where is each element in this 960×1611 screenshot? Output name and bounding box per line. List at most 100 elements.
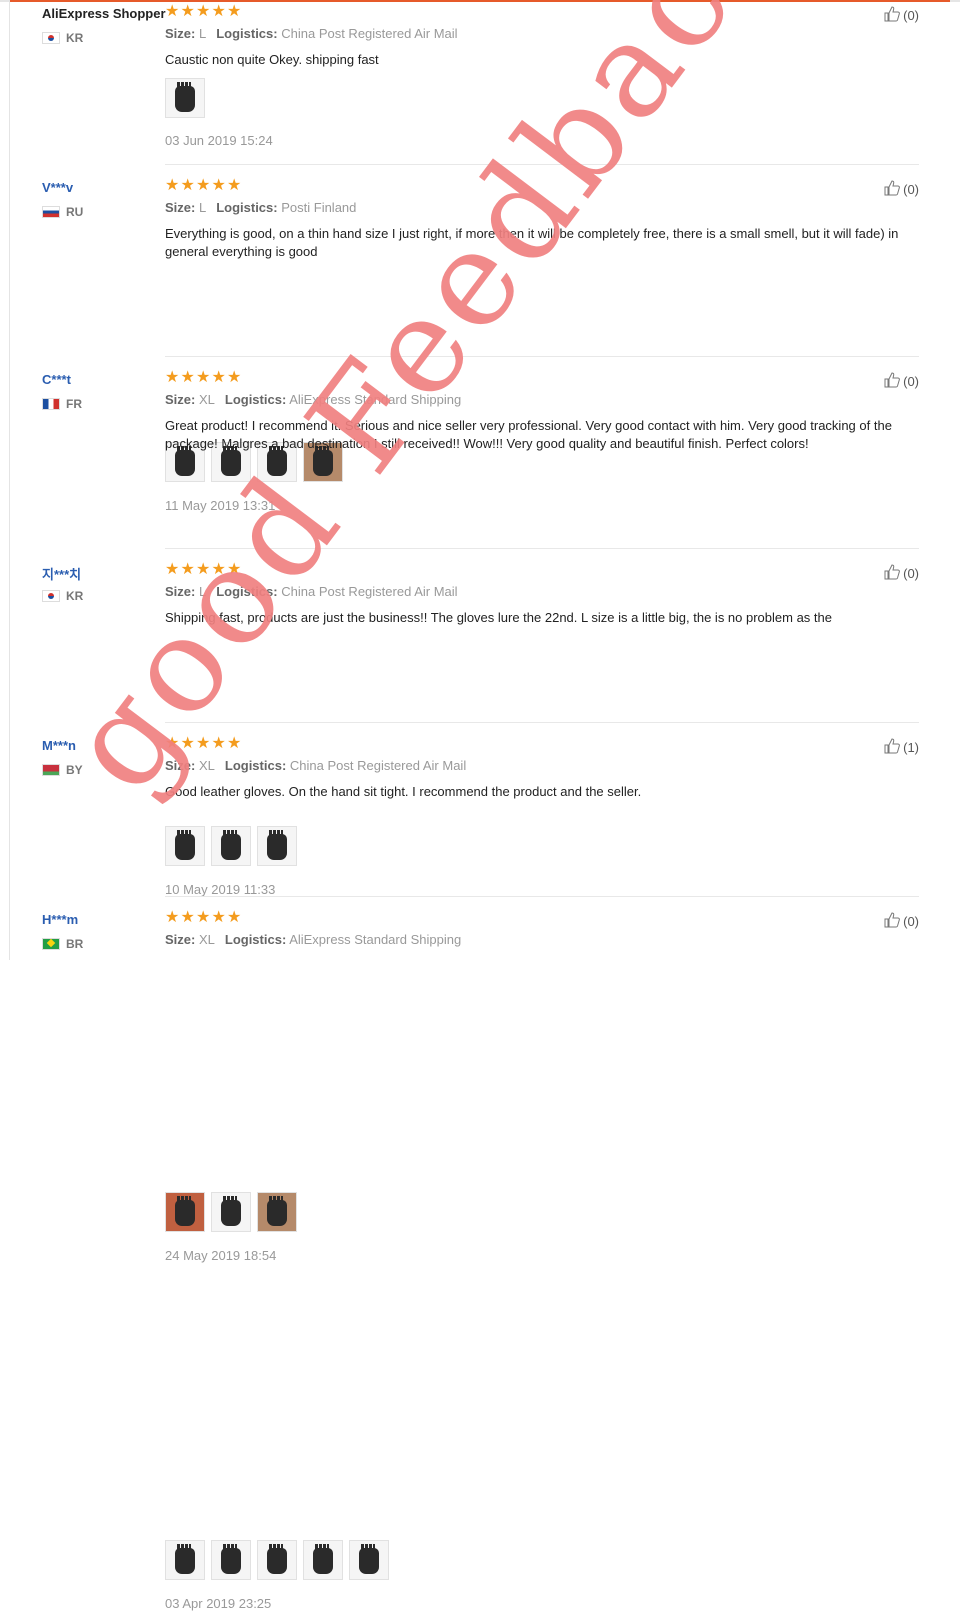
reviewer-name[interactable]: H***m — [42, 912, 78, 927]
review-photo-thumbnail[interactable] — [211, 826, 251, 866]
star-icon: ★ — [196, 177, 211, 194]
country-code: KR — [66, 31, 84, 45]
star-icon: ★ — [196, 3, 211, 20]
size-value: XL — [198, 758, 215, 773]
helpful-button[interactable]: (1) — [884, 738, 919, 757]
star-icon: ★ — [211, 369, 226, 386]
star-icon: ★ — [165, 177, 180, 194]
star-icon: ★ — [211, 177, 226, 194]
helpful-button[interactable]: (0) — [884, 372, 919, 391]
country-flag-icon — [42, 398, 60, 410]
size-value: L — [198, 200, 207, 215]
review-photos — [165, 1540, 395, 1580]
star-icon: ★ — [180, 369, 195, 386]
star-rating: ★ ★ ★ ★ ★ — [165, 3, 243, 20]
reviewer-name[interactable]: 지***치 — [42, 564, 81, 583]
review-divider — [165, 356, 919, 357]
helpful-count: (0) — [903, 566, 919, 581]
size-label: Size: — [165, 584, 196, 599]
country-code: BY — [66, 763, 83, 777]
star-icon: ★ — [165, 561, 180, 578]
star-icon: ★ — [211, 3, 226, 20]
country-flag-icon — [42, 938, 60, 950]
review-photo-thumbnail[interactable] — [165, 78, 205, 118]
logistics-value: Posti Finland — [281, 200, 357, 215]
review-photo-thumbnail[interactable] — [165, 1540, 205, 1580]
review-photo-thumbnail[interactable] — [211, 1192, 251, 1232]
review-photo-thumbnail[interactable] — [211, 1540, 251, 1580]
helpful-button[interactable]: (0) — [884, 6, 919, 25]
star-icon: ★ — [227, 369, 242, 386]
country-flag-icon — [42, 590, 60, 602]
order-info: Size: L Logistics: China Post Registered … — [165, 26, 458, 41]
country-code: BR — [66, 937, 84, 951]
review-photos — [165, 78, 211, 118]
review-photo-thumbnail[interactable] — [257, 826, 297, 866]
size-value: L — [198, 26, 207, 41]
reviewer-country: RU — [42, 205, 83, 219]
helpful-button[interactable]: (0) — [884, 912, 919, 931]
country-flag-icon — [42, 764, 60, 776]
star-icon: ★ — [165, 369, 180, 386]
helpful-button[interactable]: (0) — [884, 564, 919, 583]
reviewer-country: KR — [42, 589, 83, 603]
order-info: Size: XL Logistics: AliExpress Standard S… — [165, 392, 461, 407]
reviewer-name[interactable]: V***v — [42, 180, 73, 195]
star-icon: ★ — [180, 177, 195, 194]
review-text: Good leather gloves. On the hand sit tig… — [165, 784, 642, 799]
thumbs-up-icon[interactable] — [884, 372, 903, 391]
size-label: Size: — [165, 26, 196, 41]
star-icon: ★ — [165, 3, 180, 20]
logistics-label: Logistics: — [216, 584, 278, 599]
logistics-label: Logistics: — [216, 200, 278, 215]
review-photo-thumbnail[interactable] — [303, 1540, 343, 1580]
size-label: Size: — [165, 200, 196, 215]
review-photo-thumbnail[interactable] — [165, 1192, 205, 1232]
helpful-count: (0) — [903, 374, 919, 389]
review-photo-thumbnail[interactable] — [257, 1192, 297, 1232]
star-icon: ★ — [196, 561, 211, 578]
star-rating: ★ ★ ★ ★ ★ — [165, 909, 243, 926]
reviewer-country: BY — [42, 763, 83, 777]
review-photos — [165, 826, 303, 866]
review-text: Caustic non quite Okey. shipping fast — [165, 52, 379, 67]
thumbs-up-icon[interactable] — [884, 912, 903, 931]
star-rating: ★ ★ ★ ★ ★ — [165, 177, 243, 194]
helpful-count: (0) — [903, 182, 919, 197]
star-icon: ★ — [227, 909, 242, 926]
thumbs-up-icon[interactable] — [884, 6, 903, 25]
review-photo-thumbnail[interactable] — [349, 1540, 389, 1580]
thumbs-up-icon[interactable] — [884, 180, 903, 199]
thumbs-up-icon[interactable] — [884, 738, 903, 757]
reviewer-country: FR — [42, 397, 82, 411]
review-divider — [165, 164, 919, 165]
review-divider — [165, 722, 919, 723]
size-label: Size: — [165, 392, 196, 407]
star-icon: ★ — [165, 909, 180, 926]
logistics-value: AliExpress Standard Shipping — [289, 932, 462, 947]
order-info: Size: L Logistics: China Post Registered … — [165, 584, 458, 599]
helpful-count: (0) — [903, 8, 919, 23]
helpful-button[interactable]: (0) — [884, 180, 919, 199]
country-code: KR — [66, 589, 84, 603]
review-date: 24 May 2019 18:54 — [165, 1248, 277, 1263]
reviewer-name[interactable]: C***t — [42, 372, 71, 387]
review-photo-thumbnail[interactable] — [257, 1540, 297, 1580]
star-icon: ★ — [180, 561, 195, 578]
thumbs-up-icon[interactable] — [884, 564, 903, 583]
order-info: Size: XL Logistics: AliExpress Standard S… — [165, 932, 461, 947]
review-photo-thumbnail[interactable] — [165, 826, 205, 866]
reviewer-name[interactable]: M***n — [42, 738, 76, 753]
size-label: Size: — [165, 932, 196, 947]
review-text: Everything is good, on a thin hand size … — [165, 226, 899, 259]
logistics-value: China Post Registered Air Mail — [281, 26, 458, 41]
star-icon: ★ — [211, 561, 226, 578]
logistics-label: Logistics: — [216, 26, 278, 41]
star-rating: ★ ★ ★ ★ ★ — [165, 561, 243, 578]
star-rating: ★ ★ ★ ★ ★ — [165, 736, 243, 752]
country-code: FR — [66, 397, 82, 411]
order-info: Size: XL Logistics: China Post Registered… — [165, 758, 466, 773]
watermark: good Feedback — [38, 0, 817, 819]
country-flag-icon — [42, 32, 60, 44]
review-text: Shipping fast, products are just the bus… — [165, 610, 832, 625]
